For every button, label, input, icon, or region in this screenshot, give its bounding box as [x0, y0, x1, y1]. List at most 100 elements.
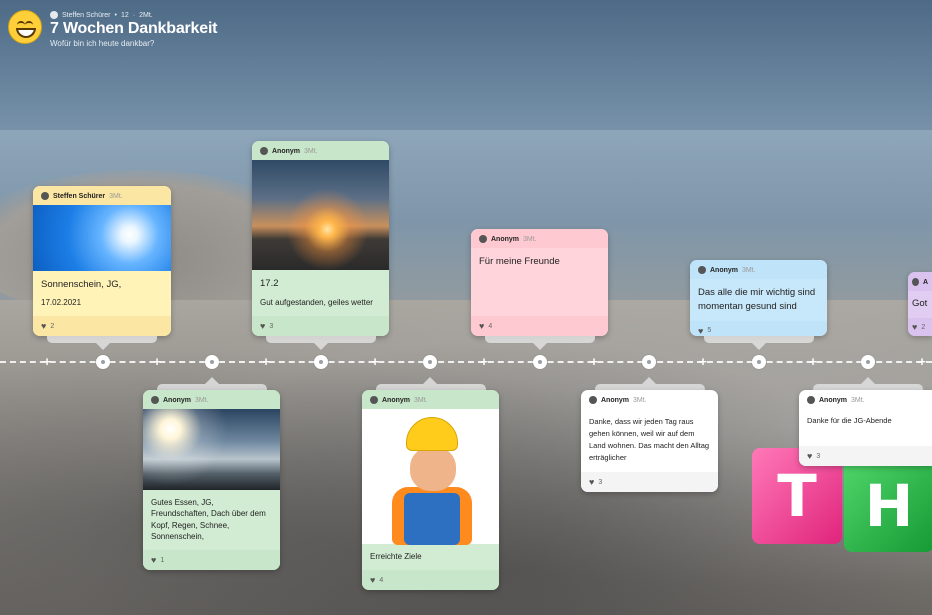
post-time: 3Mt.	[851, 396, 865, 404]
post-card[interactable]: Anonym 3Mt. Danke, dass wir jeden Tag ra…	[581, 390, 718, 492]
post-footer: ♥ 2	[908, 318, 932, 336]
heart-icon[interactable]: ♥	[589, 477, 594, 487]
post-header: Anonym 3Mt.	[690, 260, 827, 279]
post-text: Danke für die JG-Abende	[807, 416, 892, 425]
post-time: 3Mt.	[304, 147, 318, 155]
post-text: Für meine Freunde	[479, 256, 560, 267]
post-footer: ♥ 2	[33, 316, 171, 336]
like-count: 5	[707, 327, 712, 335]
timeline-node[interactable]	[642, 355, 656, 369]
timeline-node[interactable]	[423, 355, 437, 369]
card-pointer	[752, 343, 766, 350]
board-meta: Steffen Schürer • 12 · 2Mt.	[50, 11, 217, 19]
post-footer: ♥ 3	[581, 472, 718, 492]
like-count: 2	[921, 323, 926, 331]
add-post-icon[interactable]: +	[807, 355, 819, 369]
post-author: Anonym	[710, 266, 738, 274]
post-text: 17.2	[260, 278, 279, 289]
heart-icon[interactable]: ♥	[912, 322, 917, 332]
letter-block-h: H	[844, 460, 932, 552]
post-text: Sonnenschein, JG,	[41, 278, 122, 290]
heart-icon[interactable]: ♥	[151, 555, 156, 565]
add-post-icon[interactable]: +	[369, 355, 381, 369]
anonymous-icon	[698, 266, 706, 274]
post-text: Gutes Essen, JG, Freundschaften, Dach üb…	[151, 497, 266, 542]
add-post-icon[interactable]: +	[697, 355, 709, 369]
post-text: Das alle die mir wichtig sind momentan g…	[698, 287, 816, 312]
timeline-node[interactable]	[314, 355, 328, 369]
post-image[interactable]	[33, 205, 171, 271]
heart-icon[interactable]: ♥	[260, 321, 265, 331]
post-card[interactable]: Anonym 3Mt. Erreichte Ziele ♥ 4	[362, 390, 499, 590]
like-count: 4	[379, 576, 384, 584]
post-image[interactable]	[252, 160, 389, 270]
timeline-node[interactable]	[96, 355, 110, 369]
heart-icon[interactable]: ♥	[807, 451, 812, 461]
add-post-icon[interactable]: +	[41, 355, 53, 369]
add-post-icon[interactable]: +	[916, 355, 928, 369]
add-post-icon[interactable]: +	[151, 355, 163, 369]
board-subtitle: Wofür bin ich heute dankbar?	[50, 39, 155, 48]
anonymous-icon	[151, 396, 159, 404]
card-pointer	[96, 343, 110, 350]
add-post-icon[interactable]: +	[588, 355, 600, 369]
post-body: 17.2 Gut aufgestanden, geiles wetter	[252, 270, 389, 316]
post-header: Anonym 3Mt.	[471, 229, 608, 248]
heart-icon[interactable]: ♥	[698, 326, 703, 336]
post-card[interactable]: Steffen Schürer 3Mt. Sonnenschein, JG, 1…	[33, 186, 171, 336]
post-body: Sonnenschein, JG, 17.02.2021	[33, 271, 171, 316]
post-author: Steffen Schürer	[53, 192, 106, 200]
card-pointer	[205, 377, 219, 384]
board-author[interactable]: Steffen Schürer	[62, 12, 111, 19]
post-text-2: Gut aufgestanden, geiles wetter	[260, 297, 373, 307]
post-card[interactable]: A Got ♥ 2	[908, 272, 932, 336]
card-pointer	[423, 377, 437, 384]
add-post-icon[interactable]: +	[260, 355, 272, 369]
post-footer: ♥ 4	[471, 316, 608, 336]
post-image[interactable]	[143, 409, 280, 490]
post-card[interactable]: Anonym 3Mt. Danke für die JG-Abende ♥ 3	[799, 390, 932, 466]
heart-icon[interactable]: ♥	[370, 575, 375, 585]
post-header: Anonym 3Mt.	[252, 141, 389, 160]
post-text-2: 17.02.2021	[41, 298, 82, 308]
post-author: Anonym	[819, 396, 847, 404]
like-count: 1	[160, 556, 165, 564]
card-pointer	[861, 377, 875, 384]
post-author: Anonym	[601, 396, 629, 404]
post-header: Anonym 3Mt.	[799, 390, 932, 409]
post-footer: ♥ 1	[143, 550, 280, 570]
post-text: Erreichte Ziele	[370, 552, 422, 562]
heart-icon[interactable]: ♥	[479, 321, 484, 331]
post-header: A	[908, 272, 932, 291]
post-time: 3Mt.	[195, 396, 209, 404]
post-footer: ♥ 3	[799, 446, 932, 466]
like-count: 2	[50, 322, 55, 330]
timeline-node[interactable]	[752, 355, 766, 369]
post-card[interactable]: Anonym 3Mt. Das alle die mir wichtig sin…	[690, 260, 827, 336]
post-footer: ♥ 4	[362, 570, 499, 590]
post-time: 3Mt.	[414, 396, 428, 404]
post-card[interactable]: Anonym 3Mt. Für meine Freunde ♥ 4	[471, 229, 608, 336]
like-count: 3	[598, 478, 603, 486]
post-footer: ♥ 5	[690, 320, 827, 336]
post-image[interactable]	[362, 409, 499, 545]
board-emoji-icon[interactable]	[8, 10, 42, 44]
card-connector	[485, 336, 595, 343]
timeline-node[interactable]	[861, 355, 875, 369]
post-card[interactable]: Anonym 3Mt. Gutes Essen, JG, Freundschaf…	[143, 390, 280, 570]
post-author: Anonym	[491, 235, 519, 243]
timeline-node[interactable]	[205, 355, 219, 369]
post-author: Anonym	[382, 396, 410, 404]
heart-icon[interactable]: ♥	[41, 321, 46, 331]
post-card[interactable]: Anonym 3Mt. 17.2 Gut aufgestanden, geile…	[252, 141, 389, 336]
anonymous-icon	[912, 278, 919, 286]
card-pointer	[642, 377, 656, 384]
post-author: A	[922, 278, 928, 286]
post-time: 3Mt.	[523, 235, 537, 243]
post-header: Anonym 3Mt.	[362, 390, 499, 409]
author-avatar-icon	[41, 192, 49, 200]
timeline-node[interactable]	[533, 355, 547, 369]
anonymous-icon	[589, 396, 597, 404]
card-connector	[47, 336, 157, 343]
add-post-icon[interactable]: +	[478, 355, 490, 369]
